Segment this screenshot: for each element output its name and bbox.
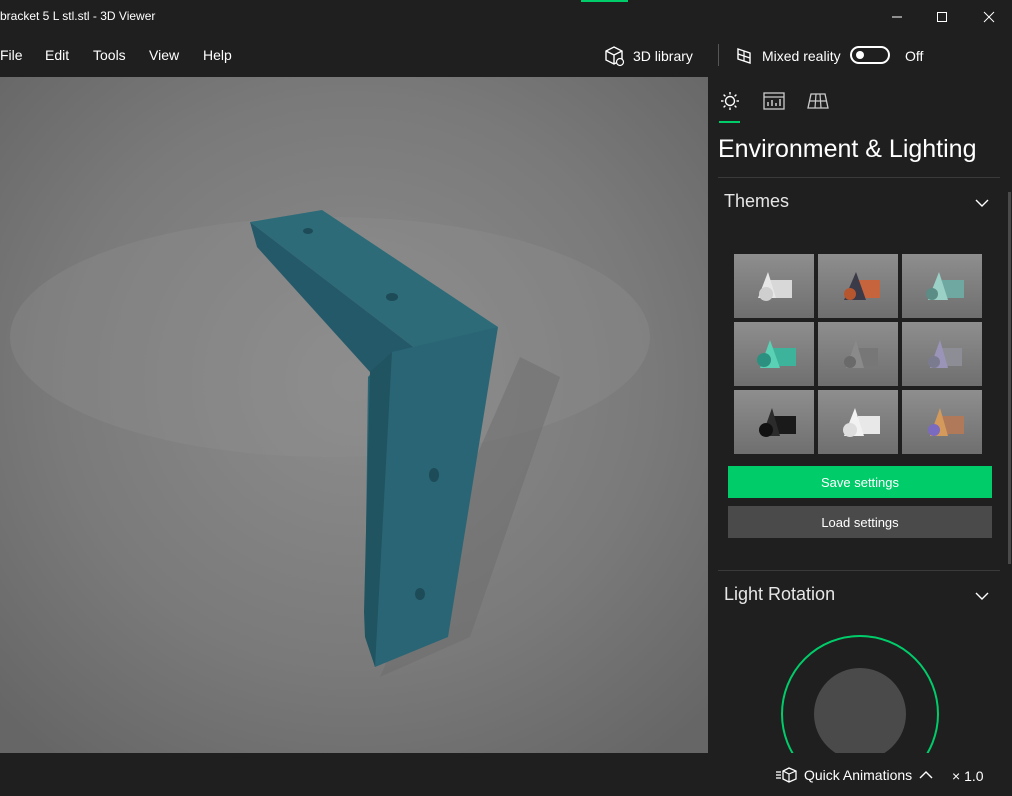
toggle-knob xyxy=(856,51,864,59)
window-title: bracket 5 L stl.stl - 3D Viewer xyxy=(0,9,156,23)
tab-grid[interactable] xyxy=(806,90,830,112)
theme-thumbnail[interactable] xyxy=(902,390,982,454)
title-accent-bar xyxy=(581,0,628,2)
light-rotation-dial[interactable] xyxy=(778,632,942,753)
chevron-down-icon[interactable] xyxy=(974,588,990,604)
mixed-reality-icon xyxy=(737,48,751,64)
menu-bar: File Edit Tools View Help 3D library Mix… xyxy=(0,34,1012,77)
theme-thumbnail[interactable] xyxy=(734,322,814,386)
cube-icon xyxy=(605,46,625,67)
maximize-button[interactable] xyxy=(919,0,965,34)
load-settings-button[interactable]: Load settings xyxy=(728,506,992,538)
divider xyxy=(718,570,1000,571)
3d-library-button[interactable]: 3D library xyxy=(603,44,693,68)
scene-canvas xyxy=(0,77,708,753)
minimize-button[interactable] xyxy=(874,0,920,34)
theme-thumbnail[interactable] xyxy=(902,254,982,318)
hole-4 xyxy=(415,588,425,600)
minimize-icon xyxy=(892,16,902,18)
hole-1 xyxy=(303,228,313,234)
quick-animations-label: Quick Animations xyxy=(804,767,913,783)
theme-thumbnail[interactable] xyxy=(734,254,814,318)
status-bar: Quick Animations × 1.0 xyxy=(0,753,1012,796)
mixed-reality-label: Mixed reality xyxy=(762,48,841,64)
divider xyxy=(718,177,1000,178)
theme-thumbnail[interactable] xyxy=(818,254,898,318)
3d-viewport[interactable] xyxy=(0,77,708,753)
menu-tools[interactable]: Tools xyxy=(93,47,126,63)
theme-thumbnail[interactable] xyxy=(818,322,898,386)
theme-thumbnail[interactable] xyxy=(902,322,982,386)
menu-help[interactable]: Help xyxy=(203,47,232,63)
animation-icon xyxy=(776,767,797,783)
mixed-reality-toggle[interactable] xyxy=(850,46,890,64)
hole-2 xyxy=(386,293,398,301)
menu-view[interactable]: View xyxy=(149,47,179,63)
themes-header[interactable]: Themes xyxy=(724,191,789,212)
active-tab-indicator xyxy=(719,121,740,123)
environment-panel: Environment & Lighting Themes Save setti… xyxy=(708,77,1012,753)
mixed-reality-button[interactable]: Mixed reality xyxy=(734,44,841,68)
animation-speed[interactable]: × 1.0 xyxy=(952,768,984,784)
quick-animations-button[interactable]: Quick Animations xyxy=(775,767,933,783)
maximize-icon xyxy=(937,12,947,22)
menu-edit[interactable]: Edit xyxy=(45,47,69,63)
theme-thumbnail[interactable] xyxy=(734,390,814,454)
title-bar: bracket 5 L stl.stl - 3D Viewer xyxy=(0,0,1012,34)
menu-separator xyxy=(718,44,719,66)
3d-library-label: 3D library xyxy=(633,48,693,64)
chevron-up-icon xyxy=(919,771,933,779)
save-settings-button[interactable]: Save settings xyxy=(728,466,992,498)
stats-icon xyxy=(763,92,785,110)
chevron-down-icon[interactable] xyxy=(974,195,990,211)
theme-grid xyxy=(734,254,982,454)
theme-thumbnail[interactable] xyxy=(818,390,898,454)
tab-stats[interactable] xyxy=(762,90,786,112)
menu-file[interactable]: File xyxy=(0,47,23,63)
tab-environment[interactable] xyxy=(718,90,742,112)
hole-3 xyxy=(429,468,439,482)
sun-icon xyxy=(721,92,739,110)
close-icon xyxy=(983,11,995,23)
light-rotation-header[interactable]: Light Rotation xyxy=(724,584,835,605)
toggle-state-label: Off xyxy=(905,48,924,64)
panel-scrollbar[interactable] xyxy=(1008,192,1011,564)
light-rotation-handle xyxy=(814,668,906,753)
close-button[interactable] xyxy=(966,0,1012,34)
panel-title: Environment & Lighting xyxy=(718,135,977,163)
grid-icon xyxy=(807,93,829,109)
